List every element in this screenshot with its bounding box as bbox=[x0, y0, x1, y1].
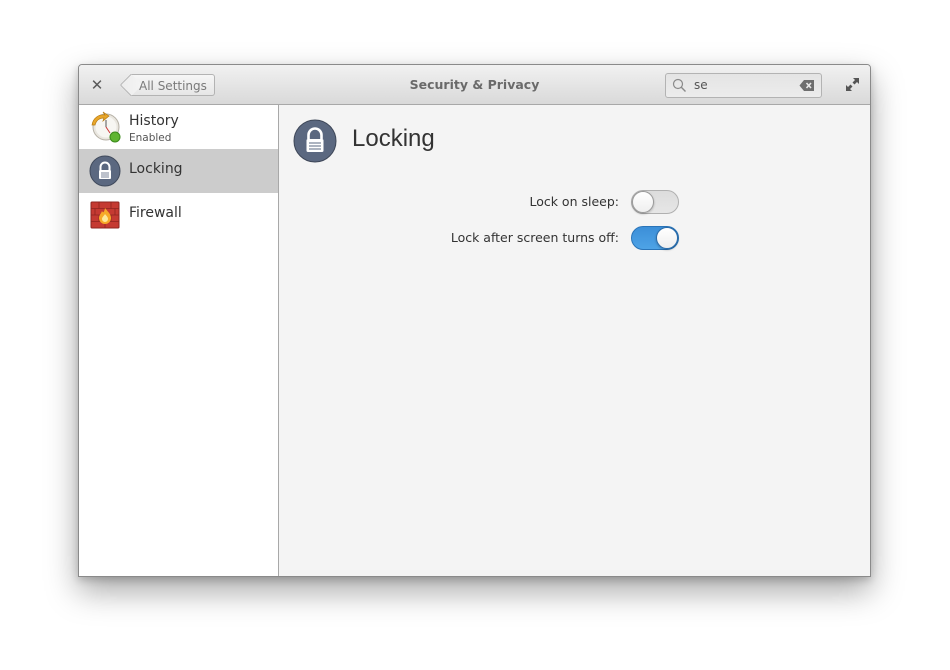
lock-on-sleep-label: Lock on sleep: bbox=[529, 194, 619, 209]
toggle-knob bbox=[656, 227, 678, 249]
sidebar-item-firewall[interactable]: Firewall bbox=[79, 193, 278, 237]
sidebar: History Enabled Locking Firewall bbox=[79, 105, 279, 576]
back-button-label: All Settings bbox=[139, 79, 207, 93]
search-value: se bbox=[694, 78, 708, 92]
lock-after-screen-off-label: Lock after screen turns off: bbox=[450, 230, 619, 245]
close-button[interactable]: ✕ bbox=[87, 75, 107, 95]
header-bar: ✕ All Settings Security & Privacy se bbox=[79, 65, 870, 105]
clear-text-icon[interactable] bbox=[799, 79, 815, 92]
lock-icon bbox=[89, 155, 121, 187]
firewall-icon bbox=[90, 201, 120, 229]
search-icon bbox=[672, 78, 686, 92]
locking-page: Locking Lock on sleep: Lock after screen… bbox=[279, 105, 870, 576]
maximize-icon[interactable] bbox=[845, 77, 860, 92]
settings-window: ✕ All Settings Security & Privacy se His… bbox=[78, 64, 871, 577]
lock-after-screen-off-toggle[interactable] bbox=[631, 226, 679, 250]
sidebar-item-label: History bbox=[129, 113, 179, 129]
all-settings-back-button[interactable]: All Settings bbox=[131, 74, 215, 96]
search-input[interactable]: se bbox=[665, 73, 822, 98]
sidebar-item-history[interactable]: History Enabled bbox=[79, 105, 278, 149]
sidebar-item-status: Enabled bbox=[129, 132, 172, 144]
close-icon: ✕ bbox=[90, 76, 104, 94]
sidebar-item-label: Locking bbox=[129, 161, 183, 177]
lock-on-sleep-toggle[interactable] bbox=[631, 190, 679, 214]
history-icon bbox=[91, 111, 121, 143]
lock-icon bbox=[293, 119, 337, 163]
page-title: Locking bbox=[352, 125, 435, 152]
sidebar-item-locking[interactable]: Locking bbox=[79, 149, 278, 193]
toggle-knob bbox=[632, 191, 654, 213]
sidebar-item-label: Firewall bbox=[129, 205, 182, 221]
